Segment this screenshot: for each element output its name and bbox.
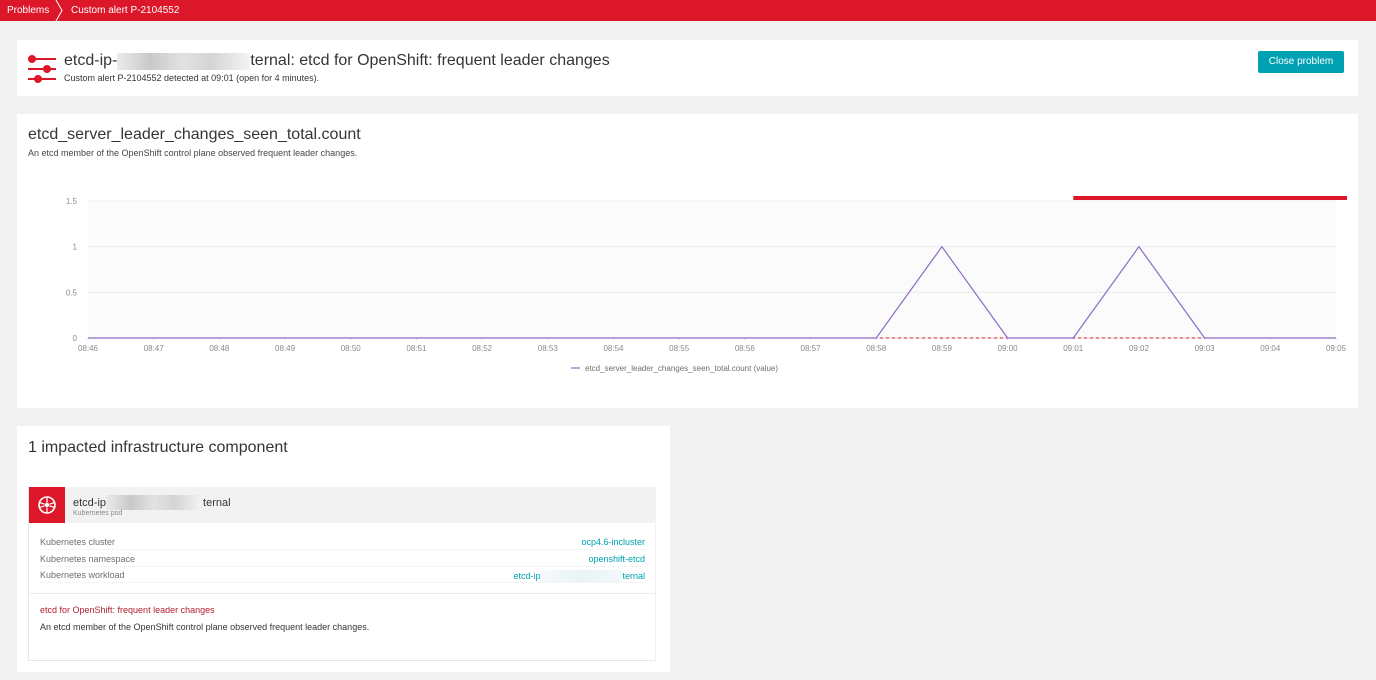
property-value-link[interactable]: ocp4.6-incluster <box>581 537 645 547</box>
x-tick-label: 09:04 <box>1260 344 1281 353</box>
plot-area <box>88 201 1336 338</box>
redacted-entity-name <box>106 495 204 510</box>
y-tick-label: 0.5 <box>66 288 78 297</box>
y-tick-label: 1 <box>73 243 78 252</box>
x-tick-label: 08:50 <box>341 344 362 353</box>
event-description: An etcd member of the OpenShift control … <box>40 622 370 632</box>
event-title[interactable]: etcd for OpenShift: frequent leader chan… <box>40 605 215 615</box>
property-key: Kubernetes workload <box>40 570 125 580</box>
x-tick-label: 09:00 <box>998 344 1019 353</box>
entity-name-suffix: ternal <box>203 496 231 509</box>
x-tick-label: 09:05 <box>1326 344 1347 353</box>
property-row-workload: Kubernetes workload etcd-ip ternal <box>40 567 645 583</box>
problem-title-prefix: etcd-ip- <box>64 52 118 69</box>
problem-header: etcd-ip- ternal: etcd for OpenShift: fre… <box>17 40 1358 96</box>
divider <box>29 593 656 594</box>
x-tick-label: 08:57 <box>801 344 822 353</box>
x-tick-label: 08:46 <box>78 344 99 353</box>
property-row-namespace: Kubernetes namespace openshift-etcd <box>40 551 645 567</box>
breadcrumb-bar: Problems Custom alert P-2104552 <box>0 0 1376 21</box>
x-tick-label: 09:01 <box>1063 344 1084 353</box>
impacted-entity-card: etcd-ip ternal Kubernetes pod Kubernetes… <box>28 487 656 661</box>
x-tick-label: 08:47 <box>144 344 165 353</box>
breadcrumb-problems[interactable]: Problems <box>7 0 49 21</box>
kubernetes-icon <box>38 496 56 514</box>
x-tick-label: 08:54 <box>603 344 624 353</box>
x-tick-label: 08:53 <box>538 344 559 353</box>
x-tick-label: 08:56 <box>735 344 756 353</box>
entity-name-prefix: etcd-ip <box>73 496 107 509</box>
property-row-cluster: Kubernetes cluster ocp4.6-incluster <box>40 534 645 550</box>
x-tick-label: 08:59 <box>932 344 953 353</box>
problem-title-suffix: ternal: etcd for OpenShift: frequent lea… <box>250 52 610 69</box>
close-problem-button[interactable]: Close problem <box>1258 51 1344 73</box>
breadcrumb-chevron-icon <box>55 0 63 21</box>
custom-alert-icon <box>28 55 56 83</box>
x-tick-label: 08:55 <box>669 344 690 353</box>
x-tick-label: 08:49 <box>275 344 296 353</box>
metric-chart-panel: etcd_server_leader_changes_seen_total.co… <box>17 114 1358 408</box>
x-tick-label: 08:52 <box>472 344 493 353</box>
x-tick-label: 09:03 <box>1195 344 1216 353</box>
property-value-text: openshift-etcd <box>588 554 645 564</box>
property-key: Kubernetes cluster <box>40 537 116 547</box>
redacted-hostname <box>117 52 251 70</box>
breadcrumb-current[interactable]: Custom alert P-2104552 <box>71 0 179 21</box>
property-value-prefix: etcd-ip <box>513 571 541 581</box>
redacted-workload <box>540 570 623 582</box>
entity-header[interactable]: etcd-ip ternal Kubernetes pod <box>29 487 656 523</box>
property-key: Kubernetes namespace <box>40 554 136 564</box>
x-tick-label: 08:48 <box>209 344 230 353</box>
entity-type: Kubernetes pod <box>73 510 123 517</box>
x-tick-label: 09:02 <box>1129 344 1150 353</box>
property-value-link[interactable]: etcd-ip ternal <box>513 570 645 582</box>
property-value-text: ocp4.6-incluster <box>581 537 645 547</box>
y-tick-label: 0 <box>73 334 78 343</box>
x-tick-label: 08:58 <box>866 344 887 353</box>
impacted-title: 1 impacted infrastructure component <box>28 439 288 456</box>
kubernetes-pod-icon <box>29 487 65 523</box>
y-tick-label: 1.5 <box>66 197 78 206</box>
property-value-link[interactable]: openshift-etcd <box>588 554 645 564</box>
problem-interval-bar <box>1073 196 1347 200</box>
x-tick-label: 08:51 <box>406 344 427 353</box>
metric-chart[interactable]: 0 0.5 1 1.5 08:46 08:47 08:48 08:49 08:50 08:51 08… <box>17 114 1358 408</box>
entity-name[interactable]: etcd-ip ternal <box>73 495 231 510</box>
problem-subtitle: Custom alert P-2104552 detected at 09:01… <box>64 73 320 83</box>
impacted-components-panel: 1 impacted infrastructure component etcd… <box>17 426 670 672</box>
problem-title: etcd-ip- ternal: etcd for OpenShift: fre… <box>64 52 610 70</box>
legend-label: etcd_server_leader_changes_seen_total.co… <box>585 364 778 373</box>
property-value-suffix: ternal <box>622 571 645 581</box>
